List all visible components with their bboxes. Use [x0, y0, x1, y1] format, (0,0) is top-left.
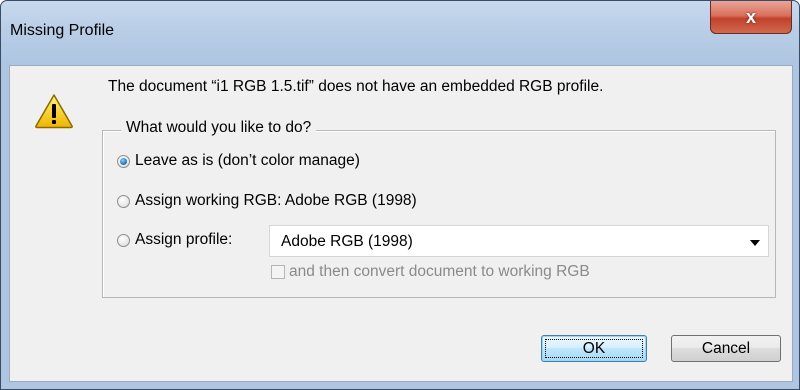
profile-select[interactable]: Adobe RGB (1998) [269, 225, 769, 257]
close-icon: x [745, 7, 756, 27]
title-bar[interactable]: Missing Profile x [1, 1, 799, 65]
cancel-button-label: Cancel [701, 339, 751, 357]
message-text: The document “i1 RGB 1.5.tif” does not h… [108, 78, 604, 95]
radio-button[interactable] [117, 194, 130, 208]
missing-profile-dialog: Missing Profile x The document “i1 RGB 1… [0, 0, 800, 390]
radio-label: Assign working RGB: Adobe RGB (1998) [135, 192, 417, 209]
convert-checkbox-label: and then convert document to working RGB [289, 263, 590, 280]
focus-rectangle [545, 339, 643, 358]
radio-label: Assign profile: [135, 231, 233, 248]
radio-button[interactable] [117, 233, 130, 247]
convert-checkbox[interactable] [271, 265, 285, 279]
ok-button[interactable]: OK [541, 335, 647, 362]
warning-triangle-icon [35, 94, 73, 129]
options-group-legend: What would you like to do? [121, 119, 317, 137]
chevron-down-icon[interactable] [750, 240, 760, 246]
radio-assign-profile[interactable]: Assign profile: [117, 231, 232, 249]
close-button[interactable]: x [710, 1, 792, 34]
radio-assign-working-rgb[interactable]: Assign working RGB: Adobe RGB (1998) [117, 192, 417, 210]
cancel-button[interactable]: Cancel [671, 335, 781, 362]
dialog-title: Missing Profile [10, 22, 115, 39]
profile-select-value: Adobe RGB (1998) [281, 233, 413, 250]
convert-to-working-rgb-checkbox-row[interactable]: and then convert document to working RGB [271, 263, 590, 281]
radio-label: Leave as is (don’t color manage) [135, 152, 360, 169]
radio-leave-as-is[interactable]: Leave as is (don’t color manage) [117, 152, 360, 170]
radio-button-checked[interactable] [117, 154, 130, 168]
